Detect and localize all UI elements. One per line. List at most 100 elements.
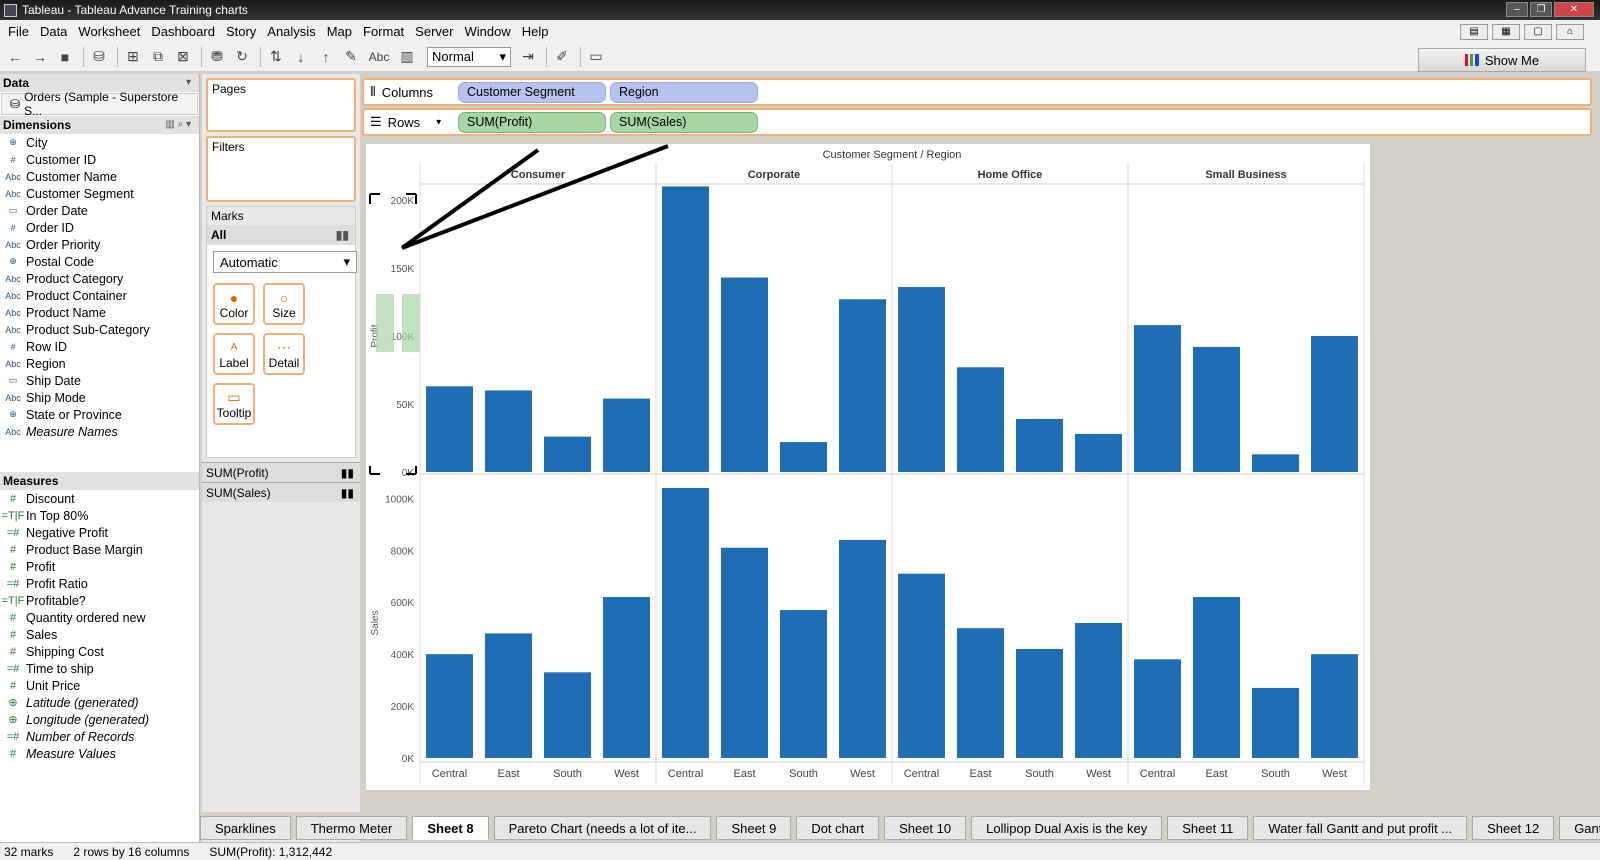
field-item[interactable]: # Customer ID <box>0 151 199 168</box>
menu-item-dashboard[interactable]: Dashboard <box>151 24 215 39</box>
mark-type-select[interactable]: Automatic ▾ <box>213 251 357 273</box>
column-pill[interactable]: Customer Segment <box>458 81 606 103</box>
menu-item-story[interactable]: Story <box>226 24 256 39</box>
clear-sheet-icon[interactable]: ⊠ <box>172 46 194 68</box>
marks-tooltip-button[interactable]: ▭ Tooltip <box>213 383 255 425</box>
bar[interactable] <box>662 186 709 472</box>
row-pill[interactable]: SUM(Profit) <box>458 111 606 133</box>
bar[interactable] <box>603 398 650 472</box>
chart-view[interactable]: Customer Segment / Region Consumer Corpora… <box>366 144 1370 790</box>
bar[interactable] <box>957 367 1004 472</box>
field-item[interactable]: ⊕ Longitude (generated) <box>0 711 199 728</box>
field-item[interactable]: ▭ Order Date <box>0 202 199 219</box>
bar[interactable] <box>426 654 473 758</box>
bar[interactable] <box>1016 418 1063 472</box>
maximize-button[interactable]: ❐ <box>1530 2 1552 17</box>
sheet-tab[interactable]: Water fall Gantt and put profit ... <box>1253 816 1468 840</box>
marks-all-row[interactable]: All ▮▮ <box>207 225 355 245</box>
rows-shelf[interactable]: ☰ Rows ▾ SUM(Profit) SUM(Sales) <box>362 108 1592 136</box>
marks-color-button[interactable]: ● Color <box>213 283 255 325</box>
sheet-tab[interactable]: Sheet 12 <box>1472 816 1555 840</box>
menu-item-help[interactable]: Help <box>522 24 549 39</box>
field-item[interactable]: ⊕ State or Province <box>0 406 199 423</box>
sheet-tab[interactable]: Gantt chart <box>1559 816 1600 840</box>
bar[interactable] <box>1252 454 1299 472</box>
field-item[interactable]: Abc Measure Names <box>0 423 199 440</box>
labels-button[interactable]: Abc <box>365 46 393 68</box>
bar[interactable] <box>1134 659 1181 758</box>
field-item[interactable]: Abc Product Name <box>0 304 199 321</box>
field-item[interactable]: # Unit Price <box>0 677 199 694</box>
bar[interactable] <box>898 573 945 758</box>
field-item[interactable]: Abc Order Priority <box>0 236 199 253</box>
duplicate-sheet-icon[interactable]: ⧉ <box>147 46 169 68</box>
presentation-mode-icon[interactable]: ▭ <box>585 46 607 68</box>
sheet-tab[interactable]: Sheet 9 <box>716 816 792 840</box>
sheet-tab[interactable]: Sheet 11 <box>1167 816 1249 840</box>
save-icon[interactable]: ■ <box>54 46 76 68</box>
field-item[interactable]: # Order ID <box>0 219 199 236</box>
datasource-icon[interactable]: ⛁ <box>88 46 110 68</box>
presentation-icon[interactable]: ▢ <box>1524 24 1552 40</box>
datasource-item[interactable]: ⛁ Orders (Sample - Superstore S... <box>1 90 198 118</box>
menu-item-window[interactable]: Window <box>464 24 510 39</box>
drag-handle[interactable] <box>402 294 420 352</box>
field-item[interactable]: =# Negative Profit <box>0 524 199 541</box>
field-item[interactable]: # Discount <box>0 490 199 507</box>
bar[interactable] <box>839 299 886 472</box>
sheet-tab[interactable]: Pareto Chart (needs a lot of ite... <box>493 816 712 840</box>
sheet-tab[interactable]: Sheet 8 <box>412 816 489 840</box>
bar[interactable] <box>426 386 473 472</box>
bar[interactable] <box>1311 336 1358 472</box>
menu-item-format[interactable]: Format <box>363 24 404 39</box>
pause-updates-icon[interactable]: ⛃ <box>206 46 228 68</box>
bar[interactable] <box>544 436 591 472</box>
layout-icon[interactable]: ▤ <box>1460 24 1488 40</box>
drag-handle[interactable] <box>376 294 394 352</box>
fix-axes-icon[interactable]: ⇥ <box>517 46 539 68</box>
swap-icon[interactable]: ⇅ <box>265 46 287 68</box>
sort-desc-icon[interactable]: ↑ <box>315 46 337 68</box>
bar[interactable] <box>1016 648 1063 758</box>
field-item[interactable]: =T|F In Top 80% <box>0 507 199 524</box>
forward-icon[interactable]: → <box>29 46 51 68</box>
bar[interactable] <box>485 390 532 472</box>
bar[interactable] <box>485 633 532 758</box>
pane-menu-icon[interactable]: ▾ <box>186 74 191 92</box>
field-item[interactable]: # Product Base Margin <box>0 541 199 558</box>
field-item[interactable]: # Row ID <box>0 338 199 355</box>
field-item[interactable]: =# Profit Ratio <box>0 575 199 592</box>
sheet-sorter-icon[interactable]: ▦ <box>1492 24 1520 40</box>
refresh-icon[interactable]: ↻ <box>231 46 253 68</box>
new-sheet-icon[interactable]: ⊞ <box>122 46 144 68</box>
marks-measure-tab[interactable]: SUM(Sales) ▮▮ <box>202 482 360 502</box>
bar[interactable] <box>721 277 768 472</box>
field-item[interactable]: ▭ Ship Date <box>0 372 199 389</box>
field-item[interactable]: Abc Product Sub-Category <box>0 321 199 338</box>
sheet-tab[interactable]: Sheet 10 <box>884 816 967 840</box>
view-cards-icon[interactable]: ▥ <box>396 46 418 68</box>
field-item[interactable]: Abc Region <box>0 355 199 372</box>
bar[interactable] <box>1193 597 1240 758</box>
field-item[interactable]: Abc Product Category <box>0 270 199 287</box>
columns-shelf[interactable]: ⦀ Columns Customer Segment Region <box>362 78 1592 106</box>
field-item[interactable]: ⊕ Postal Code <box>0 253 199 270</box>
menu-item-analysis[interactable]: Analysis <box>267 24 315 39</box>
marks-label-button[interactable]: ᴬ Label <box>213 333 255 375</box>
field-item[interactable]: # Profit <box>0 558 199 575</box>
menu-item-worksheet[interactable]: Worksheet <box>78 24 140 39</box>
sheet-tab[interactable]: Lollipop Dual Axis is the key <box>971 816 1163 840</box>
bar[interactable] <box>603 597 650 758</box>
format-pen-icon[interactable]: ✐ <box>551 46 573 68</box>
field-item[interactable]: Abc Customer Name <box>0 168 199 185</box>
pages-card[interactable]: Pages <box>206 78 356 132</box>
sort-asc-icon[interactable]: ↓ <box>290 46 312 68</box>
bar[interactable] <box>662 488 709 758</box>
marks-detail-button[interactable]: ⋯ Detail <box>263 333 305 375</box>
highlight-icon[interactable]: ✎ <box>340 46 362 68</box>
menu-item-file[interactable]: File <box>8 24 29 39</box>
menu-item-map[interactable]: Map <box>327 24 352 39</box>
row-pill[interactable]: SUM(Sales) <box>610 111 758 133</box>
sheet-tab[interactable]: Thermo Meter <box>295 816 408 840</box>
bar[interactable] <box>1193 346 1240 472</box>
